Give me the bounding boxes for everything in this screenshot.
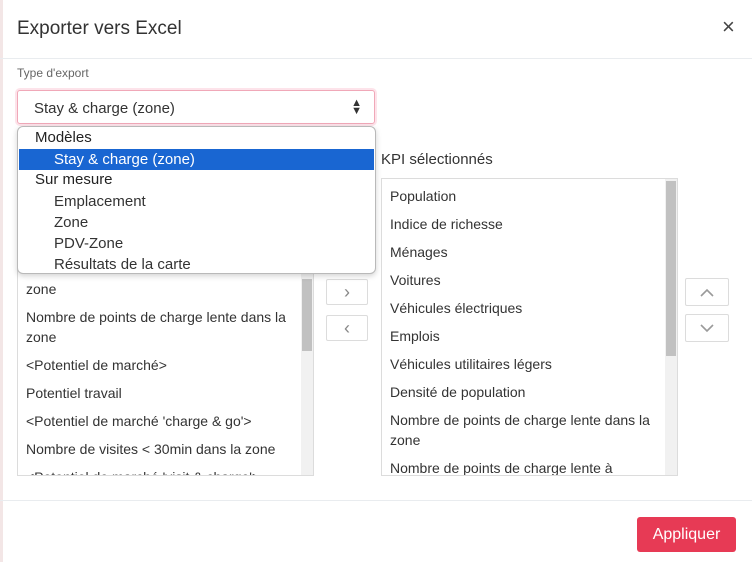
list-item[interactable]: Population xyxy=(390,182,659,210)
list-item[interactable]: <Potentiel de marché 'visit & charge'> xyxy=(26,463,295,475)
sort-arrows-icon: ▲ ▼ xyxy=(351,97,362,117)
modal-title: Exporter vers Excel xyxy=(17,18,182,39)
list-item[interactable]: Potentiel travail xyxy=(26,379,295,407)
dropdown-option-pdv-zone[interactable]: PDV-Zone xyxy=(19,233,374,254)
close-icon[interactable]: × xyxy=(722,15,735,39)
list-item[interactable]: Nombre de points de charge lente dans la… xyxy=(390,406,659,454)
list-item[interactable]: Nombre de visites < 30min dans la zone xyxy=(26,435,295,463)
dropdown-option-zone[interactable]: Zone xyxy=(19,212,374,233)
dropdown-option-map-results[interactable]: Résultats de la carte xyxy=(19,254,374,273)
list-item[interactable]: Densité de population xyxy=(390,378,659,406)
move-up-button[interactable] xyxy=(685,278,729,306)
list-item[interactable]: Emplois xyxy=(390,322,659,350)
list-item[interactable]: zone xyxy=(26,275,295,303)
export-type-select[interactable]: Stay & charge (zone) ▲ ▼ xyxy=(17,90,375,124)
list-item[interactable]: Nombre de points de charge lente dans la… xyxy=(26,303,295,351)
apply-button[interactable]: Appliquer xyxy=(637,517,736,552)
chevron-down-icon xyxy=(700,324,714,333)
selected-kpi-title: KPI sélectionnés xyxy=(381,151,493,168)
list-item[interactable]: <Potentiel de marché 'charge & go'> xyxy=(26,407,295,435)
export-type-dropdown[interactable]: Modèles Stay & charge (zone) Sur mesure … xyxy=(17,126,376,274)
backdrop-edge xyxy=(0,0,3,562)
list-item[interactable]: Véhicules électriques xyxy=(390,294,659,322)
selected-kpi-list[interactable]: Population Indice de richesse Ménages Vo… xyxy=(381,178,678,476)
list-item[interactable]: Véhicules utilitaires légers xyxy=(390,350,659,378)
move-down-button[interactable] xyxy=(685,314,729,342)
export-type-value: Stay & charge (zone) xyxy=(34,100,175,117)
dropdown-option-stay-charge[interactable]: Stay & charge (zone) xyxy=(19,149,374,170)
dropdown-group-models: Modèles xyxy=(35,129,92,146)
list-item[interactable]: Ménages xyxy=(390,238,659,266)
modal-header: Exporter vers Excel × xyxy=(0,0,752,59)
list-item[interactable]: Indice de richesse xyxy=(390,210,659,238)
chevron-up-icon xyxy=(700,288,714,297)
dropdown-option-emplacement[interactable]: Emplacement xyxy=(19,191,374,212)
export-type-label: Type d'export xyxy=(17,66,89,80)
list-item[interactable]: Voitures xyxy=(390,266,659,294)
add-kpi-button[interactable]: › xyxy=(326,279,368,305)
selected-kpi-scrollbar[interactable] xyxy=(665,179,677,475)
list-item[interactable]: Nombre de points de charge lente à xyxy=(390,454,659,475)
dropdown-group-custom: Sur mesure xyxy=(35,171,113,188)
remove-kpi-button[interactable]: ‹ xyxy=(326,315,368,341)
scrollbar-thumb[interactable] xyxy=(302,279,312,351)
scrollbar-thumb[interactable] xyxy=(666,181,676,356)
list-item[interactable]: <Potentiel de marché> xyxy=(26,351,295,379)
export-modal: Exporter vers Excel × Type d'export Stay… xyxy=(0,0,752,562)
